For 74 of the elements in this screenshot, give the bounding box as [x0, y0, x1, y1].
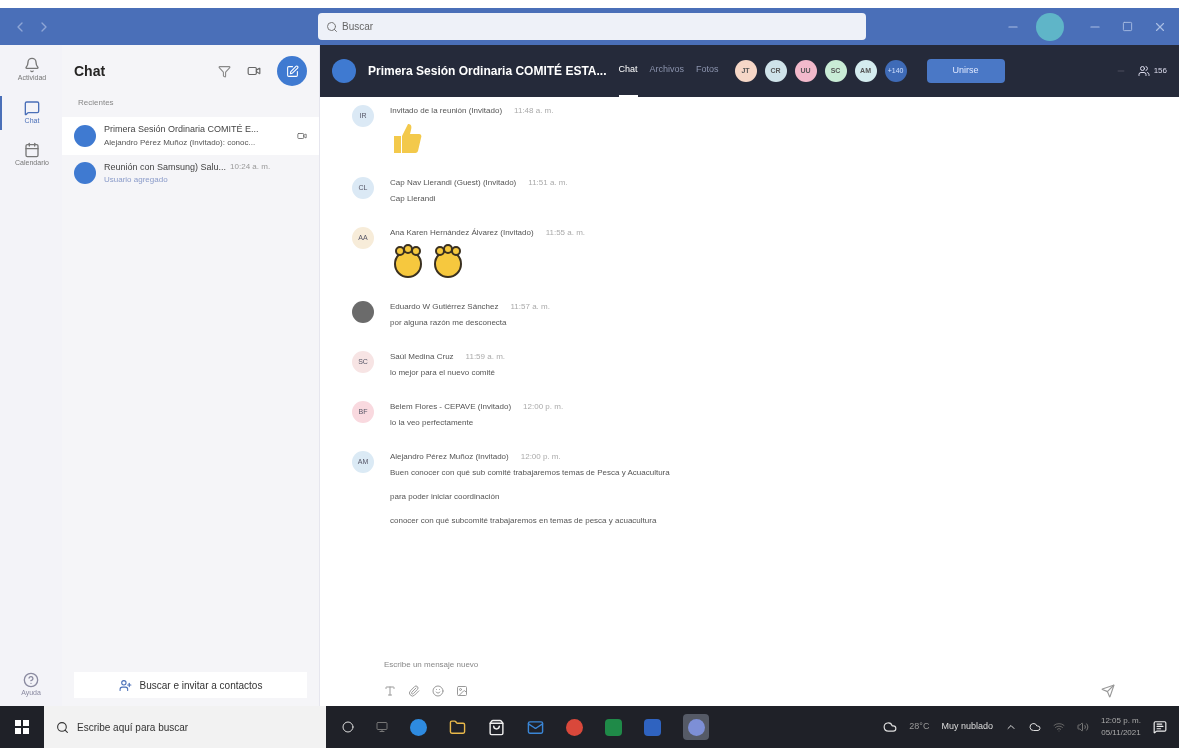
weather-icon[interactable]: [883, 720, 898, 734]
chat-bubble-icon: [24, 99, 40, 116]
attach-icon[interactable]: [408, 685, 420, 697]
task-view-icon[interactable]: [376, 721, 388, 733]
chat-item[interactable]: Primera Sesión Ordinaria COMITÉ E... Alejandro Pérez Muñoz (Invitado): conoc...: [62, 117, 319, 155]
message-time: 11:57 a. m.: [510, 301, 550, 313]
message-text: lo la veo perfectamente: [390, 417, 475, 429]
folder-icon[interactable]: [449, 718, 466, 736]
calendar-icon: [24, 142, 40, 158]
profile-avatar[interactable]: [1036, 12, 1064, 41]
compose-icon: [285, 64, 299, 78]
video-icon[interactable]: [247, 64, 261, 78]
send-icon[interactable]: [1101, 684, 1115, 698]
participants-button[interactable]: 156: [1137, 65, 1167, 77]
group-avatar: [74, 162, 96, 185]
volume-icon[interactable]: [1076, 721, 1089, 733]
message-text: Cap Llerandi: [390, 193, 437, 205]
format-icon[interactable]: [384, 685, 396, 697]
join-button[interactable]: Unirse: [926, 59, 1005, 83]
message-time: 11:59 a. m.: [465, 351, 506, 363]
weather-text: Muy nublado: [941, 720, 993, 734]
clock-date: 05/11/2021: [1101, 727, 1141, 739]
message-text: conocer con qué subcomité trabajaremos en temas de pesca y acuacultura: [390, 515, 658, 527]
invite-contacts-button[interactable]: Buscar e invitar a contactos: [74, 672, 307, 698]
chat-title: Reunión con Samsung) Salu...: [104, 160, 227, 174]
chat-time: 10:24 a. m.: [230, 160, 271, 173]
chat-preview: Usuario agregado: [104, 174, 169, 186]
mail-icon[interactable]: [527, 718, 544, 736]
message-author: Saúl Medina Cruz: [390, 351, 454, 363]
conversation-title: Primera Sesión Ordinaria COMITÉ ESTA...: [368, 62, 607, 80]
search-icon: [56, 720, 69, 734]
message-author: Eduardo W Gutiérrez Sánchez: [390, 301, 499, 313]
chat-item[interactable]: Reunión con Samsung) Salu... 10:24 a. m. Usuario agregado: [62, 154, 319, 192]
message-time: 11:48 a. m.: [514, 105, 554, 117]
header-tab[interactable]: Chat: [618, 45, 638, 97]
notification-icon[interactable]: [1153, 720, 1167, 734]
message-author: Ana Karen Hernández Álvarez (Invitado): [390, 227, 534, 239]
message-text: Buen conocer con qué sub comité trabajaremos temas de Pesca y Acuacultura: [390, 467, 670, 479]
taskbar-search-field[interactable]: Escribe aquí para buscar: [44, 706, 326, 748]
group-avatar: [332, 59, 356, 83]
message-author: Belem Flores - CEPAVE (Invitado): [390, 401, 512, 413]
network-icon[interactable]: [1052, 721, 1065, 733]
filter-icon[interactable]: [218, 64, 231, 78]
profile-avatar: [352, 301, 374, 323]
bell-icon: [24, 57, 40, 73]
header-tab[interactable]: Fotos: [696, 45, 719, 97]
panel-title: Chat: [74, 61, 107, 81]
message-author: Alejandro Pérez Muñoz (Invitado): [390, 451, 509, 463]
windows-logo-icon: [15, 720, 29, 734]
search-icon: [326, 20, 338, 33]
weather-temp: 28°C: [909, 720, 930, 734]
section-header: Recientes: [77, 97, 115, 109]
message-time: 11:51 a. m.: [528, 177, 568, 189]
message-text: por alguna razón me desconecta: [390, 317, 508, 329]
header-tab[interactable]: Archivos: [649, 45, 685, 97]
message-time: 12:00 p. m.: [520, 451, 561, 463]
message-time: 11:55 a. m.: [545, 227, 586, 239]
clock-time: 12:05 p. m.: [1100, 715, 1141, 727]
message-author: Invitado de la reunión (Invitado): [390, 105, 503, 117]
help-icon: [23, 671, 39, 688]
message-time: 12:00 p. m.: [523, 401, 564, 413]
message-author: Cap Nav Llerandi (Guest) (Invitado): [390, 177, 517, 189]
compose-field[interactable]: Escribe un mensaje nuevo: [384, 654, 1115, 676]
chat-preview: Alejandro Pérez Muñoz (Invitado): conoc...: [104, 136, 257, 149]
search-field[interactable]: Buscar: [318, 13, 866, 40]
group-avatar: [74, 124, 96, 147]
add-person-icon: [118, 678, 132, 692]
emoji-icon[interactable]: [432, 685, 444, 697]
store-icon[interactable]: [488, 718, 505, 736]
message-text: lo mejor para el nuevo comité: [390, 367, 496, 379]
new-chat-button[interactable]: [277, 56, 307, 86]
message-text: para poder iniciar coordinación: [390, 491, 501, 503]
chat-title: Primera Sesión Ordinaria COMITÉ E...: [104, 123, 259, 136]
maximize-icon[interactable]: [1122, 21, 1133, 32]
